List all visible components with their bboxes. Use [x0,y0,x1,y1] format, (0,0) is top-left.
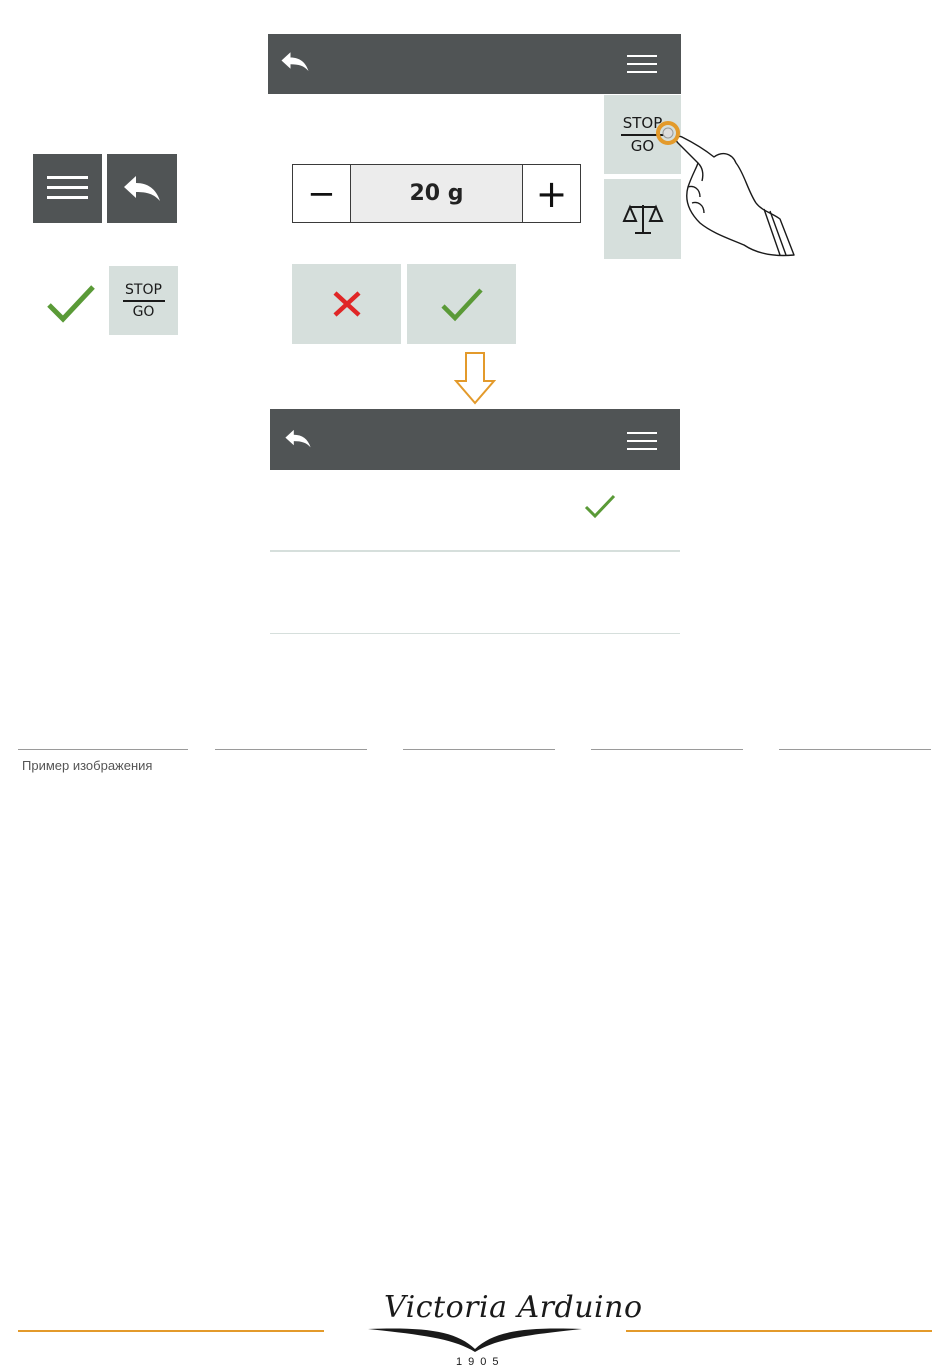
legend-stopgo-tile: STOP GO [109,266,178,335]
minus-icon: − [307,173,336,214]
increment-button[interactable]: + [522,164,581,223]
go-label: GO [630,136,655,155]
legend-check-icon [47,285,95,323]
footer-line-left [18,1330,324,1332]
legend-menu-button [33,154,102,223]
caption-rule [591,749,743,750]
row-divider [270,633,680,634]
hamburger-menu-icon [47,176,88,200]
decrement-button[interactable]: − [292,164,351,223]
back-arrow-icon [124,176,160,201]
caption-rule [215,749,367,750]
screen2-header [270,409,680,470]
confirm-button[interactable] [407,264,516,344]
check-icon [584,494,616,519]
plus-icon: + [535,171,568,216]
image-caption: Пример изображения [22,758,153,773]
screen1-header [268,34,681,94]
brand-logo: Victoria Arduino [384,1290,643,1325]
hamburger-menu-icon[interactable] [627,432,657,452]
quantity-value: 20 g [350,164,523,223]
go-label: GO [132,303,155,320]
back-arrow-icon[interactable] [280,50,310,74]
list-item[interactable] [270,552,680,634]
cross-icon [333,291,361,317]
caption-rule [18,749,188,750]
caption-rule [403,749,555,750]
brand-year: 1905 [456,1356,505,1368]
legend-back-button [107,154,177,223]
quantity-text: 20 g [409,181,464,206]
back-arrow-icon[interactable] [284,428,312,450]
footer-line-right [626,1330,932,1332]
list-item[interactable] [270,470,680,552]
brand-logo-swoosh [368,1328,582,1352]
caption-rule [779,749,931,750]
stop-label: STOP [125,281,162,298]
down-arrow-icon [454,352,496,405]
stopgo-icon: STOP GO [109,266,178,335]
cancel-button[interactable] [292,264,401,344]
check-icon [441,288,483,322]
hamburger-menu-icon[interactable] [627,55,657,75]
pointing-hand-icon [656,121,795,257]
